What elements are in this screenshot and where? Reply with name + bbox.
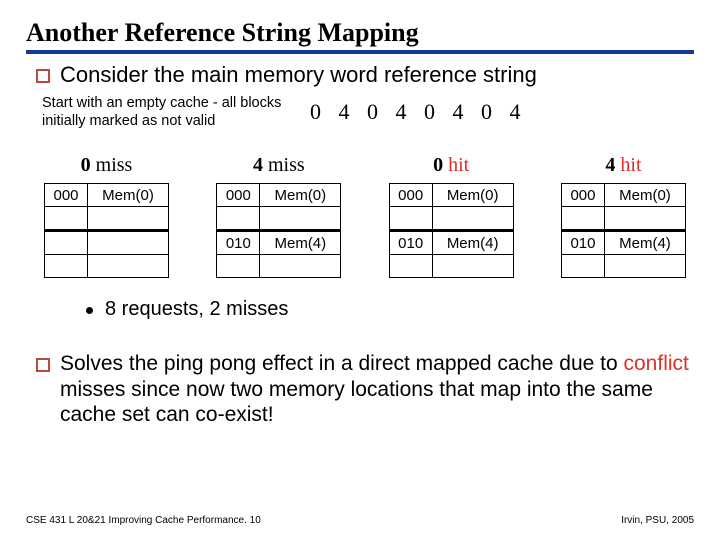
cell — [260, 255, 341, 278]
cell — [561, 207, 604, 231]
cache-step-3-head: 4 hit — [605, 154, 641, 177]
footer-left: CSE 431 L 20&21 Improving Cache Performa… — [26, 515, 261, 526]
cell: Mem(0) — [260, 184, 341, 207]
cache-step-0-head: 0 miss — [81, 154, 133, 177]
text-post: misses since now two memory locations th… — [60, 378, 653, 427]
slide: Another Reference String Mapping Conside… — [0, 0, 720, 540]
step-result: miss — [96, 154, 133, 176]
cell: 000 — [45, 184, 88, 207]
bullet-2-text: Solves the ping pong effect in a direct … — [60, 351, 694, 428]
subline: Start with an empty cache - all blocks i… — [42, 94, 694, 130]
step-num: 0 — [81, 154, 91, 176]
cell — [389, 207, 432, 231]
dot-bullet-icon — [86, 307, 93, 314]
subline-left: Start with an empty cache - all blocks i… — [42, 94, 292, 130]
cell — [45, 231, 88, 255]
cache-table-3: 000Mem(0) 010Mem(4) — [561, 183, 686, 278]
cell — [561, 255, 604, 278]
footer-right: Irvin, PSU, 2005 — [621, 515, 694, 526]
cache-tables-row: 0 miss 000Mem(0) 4 miss 000Mem(0) 010Mem… — [44, 154, 686, 278]
cell — [88, 207, 169, 231]
cell: Mem(0) — [432, 184, 513, 207]
bullet-1-text: Consider the main memory word reference … — [60, 62, 537, 88]
reference-string: 0 4 0 4 0 4 0 4 — [310, 99, 527, 125]
cell: 010 — [561, 231, 604, 255]
cell — [432, 255, 513, 278]
cell: Mem(0) — [88, 184, 169, 207]
cache-table-0: 000Mem(0) — [44, 183, 169, 278]
requests-text: 8 requests, 2 misses — [105, 298, 288, 321]
cell: 010 — [389, 231, 432, 255]
cache-table-1: 000Mem(0) 010Mem(4) — [216, 183, 341, 278]
cell — [45, 255, 88, 278]
cell: 000 — [217, 184, 260, 207]
step-num: 4 — [605, 154, 615, 176]
text-conflict: conflict — [624, 352, 689, 375]
step-num: 4 — [253, 154, 263, 176]
cache-step-1-head: 4 miss — [253, 154, 305, 177]
page-title: Another Reference String Mapping — [26, 18, 694, 54]
cache-table-2: 000Mem(0) 010Mem(4) — [389, 183, 514, 278]
cache-step-3: 4 hit 000Mem(0) 010Mem(4) — [561, 154, 686, 278]
cache-step-2-head: 0 hit — [433, 154, 469, 177]
cell: Mem(4) — [432, 231, 513, 255]
cell — [88, 231, 169, 255]
requests-line: 8 requests, 2 misses — [86, 298, 694, 321]
cell — [217, 207, 260, 231]
cache-step-0: 0 miss 000Mem(0) — [44, 154, 169, 278]
step-result: hit — [448, 154, 469, 176]
step-result: miss — [268, 154, 305, 176]
cache-step-1: 4 miss 000Mem(0) 010Mem(4) — [216, 154, 341, 278]
cell: 000 — [389, 184, 432, 207]
cell — [604, 207, 685, 231]
bullet-2: Solves the ping pong effect in a direct … — [36, 351, 694, 428]
square-bullet-icon — [36, 69, 50, 83]
cell: Mem(4) — [604, 231, 685, 255]
cache-step-2: 0 hit 000Mem(0) 010Mem(4) — [389, 154, 514, 278]
step-num: 0 — [433, 154, 443, 176]
bullet-1: Consider the main memory word reference … — [36, 62, 694, 88]
text-pre: Solves the ping pong effect in a direct … — [60, 352, 624, 375]
cell — [260, 207, 341, 231]
cell — [389, 255, 432, 278]
cell: 010 — [217, 231, 260, 255]
cell — [217, 255, 260, 278]
cell — [88, 255, 169, 278]
cell: Mem(0) — [604, 184, 685, 207]
step-result: hit — [620, 154, 641, 176]
cell — [45, 207, 88, 231]
cell — [604, 255, 685, 278]
cell: 000 — [561, 184, 604, 207]
square-bullet-icon — [36, 358, 50, 372]
cell — [432, 207, 513, 231]
cell: Mem(4) — [260, 231, 341, 255]
